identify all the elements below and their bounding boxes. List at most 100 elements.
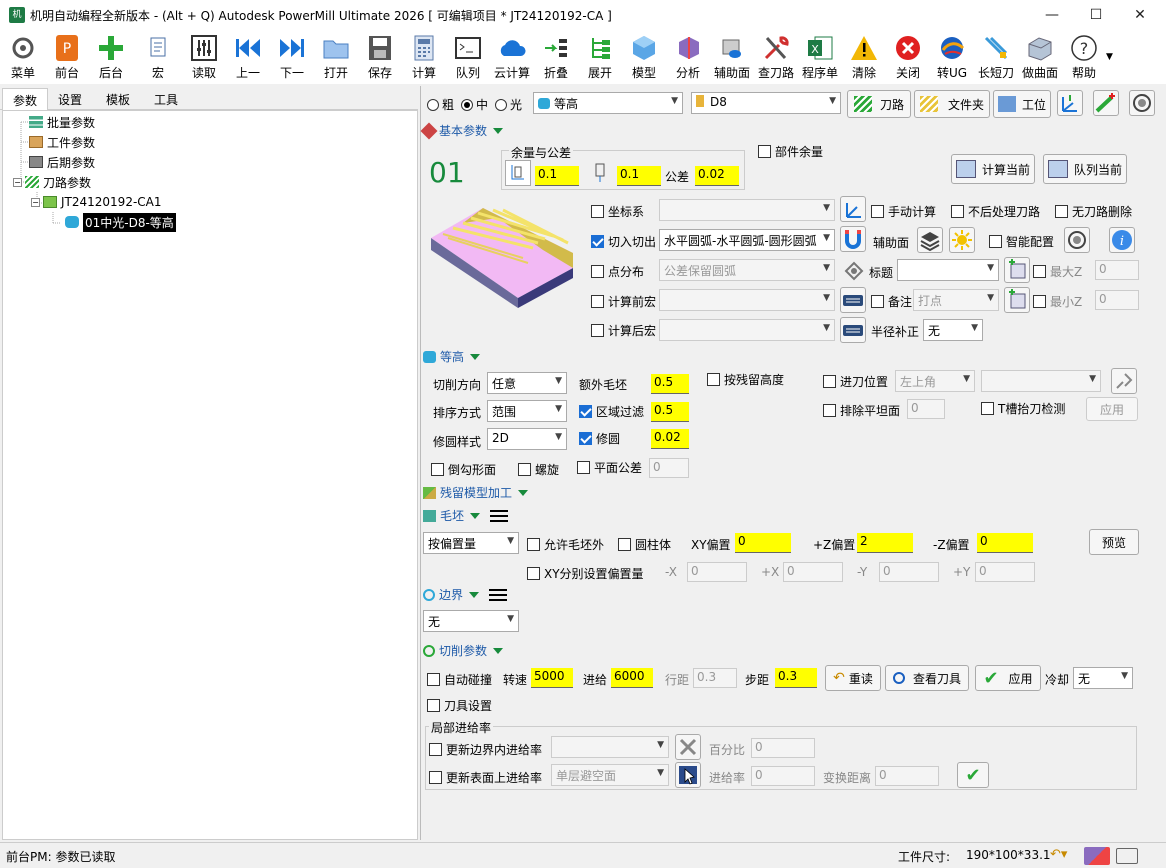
max-z-input[interactable]: 0 [1095,260,1139,280]
boundary-select[interactable]: 无 ▼ [423,610,519,632]
tslot-checkbox[interactable]: T槽抬刀检测 [981,400,1065,417]
list-icon[interactable] [490,509,509,522]
point-dist-checkbox[interactable]: 点分布 [591,263,644,280]
coord-pick-button[interactable] [840,196,866,222]
tree-item-selected[interactable]: 01中光-D8-等高 [65,212,176,232]
exclude-flat-input[interactable]: 0 [907,399,945,419]
stock-mode-select[interactable]: 按偏置量 ▼ [423,532,519,554]
feed-input[interactable]: 6000 [611,668,653,688]
allow-outside-checkbox[interactable]: 允许毛坯外 [527,536,604,553]
radio-medium[interactable]: 中 [461,96,488,113]
calc-current-button[interactable]: 计算当前 [951,154,1035,184]
point-dist-select[interactable]: 公差保留圆弧 ▼ [659,259,835,281]
smart-config-button[interactable] [1064,227,1090,253]
leadin-select[interactable]: 水平圆弧-水平圆弧-圆形圆弧 ▼ [659,229,835,251]
cylinder-checkbox[interactable]: 圆柱体 [618,536,671,553]
row-dist-input[interactable]: 0.3 [693,668,737,688]
axis-button[interactable] [1057,90,1083,116]
plus-x-input[interactable]: 0 [783,562,843,582]
toolbar-overflow-icon[interactable]: ▼ [1106,52,1113,62]
aux-light-button[interactable] [949,227,975,253]
section-rest[interactable]: 残留模型加工 [423,484,529,501]
title-add-button[interactable] [1004,257,1030,283]
coord-checkbox[interactable]: 坐标系 [591,203,644,220]
tolerance-input[interactable]: 0.02 [695,166,739,186]
no-delete-checkbox[interactable]: 无刀路删除 [1055,203,1132,220]
close-window-button[interactable]: ✕ [1118,0,1162,30]
by-residual-checkbox[interactable]: 按残留高度 [707,371,784,388]
feedrate-input[interactable]: 0 [751,766,815,786]
tree-item-project[interactable]: − JT24120192-CA1 [31,193,162,211]
post-macro-checkbox[interactable]: 计算后宏 [591,322,656,339]
percent-input[interactable]: 0 [751,738,815,758]
local-apply-button[interactable]: ✔ [957,762,989,788]
part-allowance-checkbox[interactable]: 部件余量 [758,143,823,160]
folder-dropdown-icon[interactable] [1116,848,1138,864]
tree-item-batch[interactable]: 批量参数 [29,113,95,131]
cut-apply-button[interactable]: ✔ 应用 [975,665,1041,691]
no-post-checkbox[interactable]: 不后处理刀路 [951,203,1040,220]
surface-pick-button[interactable] [675,762,701,788]
update-boundary-feed-checkbox[interactable]: 更新边界内进给率 [429,741,542,758]
round-style-select[interactable]: 2D ▼ [487,428,567,450]
panel-settings-button[interactable] [1129,90,1155,116]
aux-layers-button[interactable] [917,227,943,253]
tool-settings-checkbox[interactable]: 刀具设置 [427,697,492,714]
max-z-checkbox[interactable]: 最大Z [1033,263,1082,280]
note-add-button[interactable] [1004,287,1030,313]
info-button[interactable]: i [1109,227,1135,253]
point-dist-icon[interactable] [843,260,865,282]
section-stock[interactable]: 毛坯 [423,507,509,524]
leadin-checkbox[interactable]: 切入切出 [591,233,656,250]
toolpath-button[interactable]: 刀路 [847,90,911,118]
radio-finish[interactable]: 光 [495,96,522,113]
minus-z-offset-input[interactable]: 0 [977,533,1033,553]
min-z-checkbox[interactable]: 最小Z [1033,293,1082,310]
update-boundary-feed-select[interactable]: ▼ [551,736,669,758]
pre-macro-select[interactable]: ▼ [659,289,835,311]
note-checkbox[interactable]: 备注 [871,293,912,310]
order-select[interactable]: 范围 ▼ [487,400,567,422]
section-basic[interactable]: 基本参数 [420,122,504,139]
spiral-checkbox[interactable]: 螺旋 [518,461,559,478]
tab-tools[interactable]: 工具 [144,88,188,110]
tab-templates[interactable]: 模板 [96,88,140,110]
post-macro-select[interactable]: ▼ [659,319,835,341]
step-input[interactable]: 0.3 [775,668,817,688]
lead-position-select[interactable]: 左上角 ▼ [895,370,975,392]
bottom-allowance-input[interactable]: 0.1 [617,166,661,186]
tool-select[interactable]: D8 ▼ [691,92,841,114]
lead-position-checkbox[interactable]: 进刀位置 [823,373,888,390]
list-icon[interactable] [489,588,508,601]
round-checkbox[interactable]: 修圆 [579,430,620,447]
min-z-input[interactable]: 0 [1095,290,1139,310]
tab-params[interactable]: 参数 [2,88,49,110]
post-macro-button[interactable] [840,317,866,343]
side-allowance-input[interactable]: 0.1 [535,166,579,186]
view-tool-button[interactable]: 查看刀具 [885,665,969,691]
switch-dist-input[interactable]: 0 [875,766,939,786]
minus-y-input[interactable]: 0 [879,562,939,582]
xy-separate-checkbox[interactable]: XY分别设置偏置量 [527,565,644,582]
pre-macro-button[interactable] [840,287,866,313]
flat-tol-input[interactable]: 0 [649,458,689,478]
tab-settings[interactable]: 设置 [48,88,92,110]
preview-button[interactable]: 预览 [1089,529,1139,555]
cut-direction-select[interactable]: 任意 ▼ [487,372,567,394]
section-boundary[interactable]: 边界 [423,586,508,603]
flat-tol-checkbox[interactable]: 平面公差 [577,459,642,476]
queue-current-button[interactable]: 队列当前 [1043,154,1127,184]
lead-position-pick-button[interactable] [1111,368,1137,394]
section-cut[interactable]: 切削参数 [423,642,504,659]
leadin-edit-button[interactable] [840,226,866,252]
exclude-flat-checkbox[interactable]: 排除平坦面 [823,402,900,419]
xy-offset-input[interactable]: 0 [735,533,791,553]
radio-rough[interactable]: 粗 [427,96,454,113]
plus-y-input[interactable]: 0 [975,562,1035,582]
update-surface-feed-select[interactable]: 单层避空面 ▼ [551,764,669,786]
minus-x-input[interactable]: 0 [687,562,747,582]
section-contour[interactable]: 等高 [423,348,481,365]
boundary-pick-button[interactable] [675,734,701,760]
update-surface-feed-checkbox[interactable]: 更新表面上进给率 [429,769,542,786]
title-select[interactable]: ▼ [897,259,999,281]
